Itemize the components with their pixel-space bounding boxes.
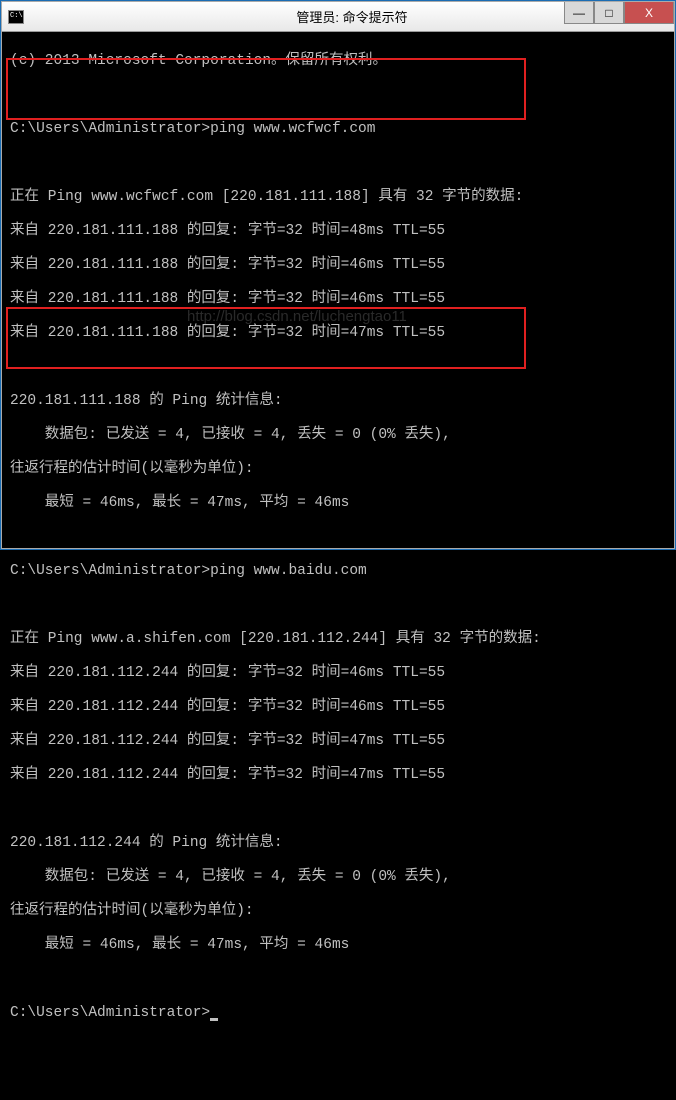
output-line <box>10 971 666 988</box>
cursor-icon <box>210 1018 218 1021</box>
output-line: 来自 220.181.111.188 的回复: 字节=32 时间=47ms TT… <box>10 325 666 342</box>
output-line: 数据包: 已发送 = 4, 已接收 = 4, 丢失 = 0 (0% 丢失), <box>10 427 666 444</box>
minimize-button[interactable]: — <box>564 2 594 24</box>
output-line: 来自 220.181.111.188 的回复: 字节=32 时间=46ms TT… <box>10 291 666 308</box>
output-line <box>10 801 666 818</box>
output-line: 220.181.112.244 的 Ping 统计信息: <box>10 835 666 852</box>
output-line: 来自 220.181.111.188 的回复: 字节=32 时间=46ms TT… <box>10 257 666 274</box>
window-titlebar: 管理员: 命令提示符 — □ X <box>2 2 674 32</box>
output-line: 来自 220.181.112.244 的回复: 字节=32 时间=47ms TT… <box>10 767 666 784</box>
prompt-text: C:\Users\Administrator> <box>10 1005 210 1021</box>
output-line: 220.181.111.188 的 Ping 统计信息: <box>10 393 666 410</box>
prompt-line: C:\Users\Administrator> <box>10 1005 666 1022</box>
terminal-output[interactable]: (c) 2013 Microsoft Corporation。保留所有权利。 C… <box>2 32 674 548</box>
output-line <box>10 155 666 172</box>
output-line: 正在 Ping www.wcfwcf.com [220.181.111.188]… <box>10 189 666 206</box>
output-line: C:\Users\Administrator>ping www.wcfwcf.c… <box>10 121 666 138</box>
output-line: C:\Users\Administrator>ping www.baidu.co… <box>10 563 666 580</box>
output-line <box>10 597 666 614</box>
output-line: 正在 Ping www.a.shifen.com [220.181.112.24… <box>10 631 666 648</box>
output-line: 最短 = 46ms, 最长 = 47ms, 平均 = 46ms <box>10 937 666 954</box>
cmd-icon <box>8 10 24 24</box>
output-line <box>10 359 666 376</box>
window-controls: — □ X <box>564 2 674 24</box>
output-line: (c) 2013 Microsoft Corporation。保留所有权利。 <box>10 53 666 70</box>
output-line: 往返行程的估计时间(以毫秒为单位): <box>10 903 666 920</box>
output-line: 来自 220.181.112.244 的回复: 字节=32 时间=46ms TT… <box>10 699 666 716</box>
output-line: 来自 220.181.112.244 的回复: 字节=32 时间=47ms TT… <box>10 733 666 750</box>
output-line <box>10 529 666 546</box>
output-line: 最短 = 46ms, 最长 = 47ms, 平均 = 46ms <box>10 495 666 512</box>
output-line: 来自 220.181.112.244 的回复: 字节=32 时间=46ms TT… <box>10 665 666 682</box>
watermark-text: http://blog.csdn.net/luchengtao11 <box>187 308 407 325</box>
output-line: 数据包: 已发送 = 4, 已接收 = 4, 丢失 = 0 (0% 丢失), <box>10 869 666 886</box>
maximize-button[interactable]: □ <box>594 2 624 24</box>
close-button[interactable]: X <box>624 2 674 24</box>
output-line: 来自 220.181.111.188 的回复: 字节=32 时间=48ms TT… <box>10 223 666 240</box>
output-line: 往返行程的估计时间(以毫秒为单位): <box>10 461 666 478</box>
output-line <box>10 87 666 104</box>
